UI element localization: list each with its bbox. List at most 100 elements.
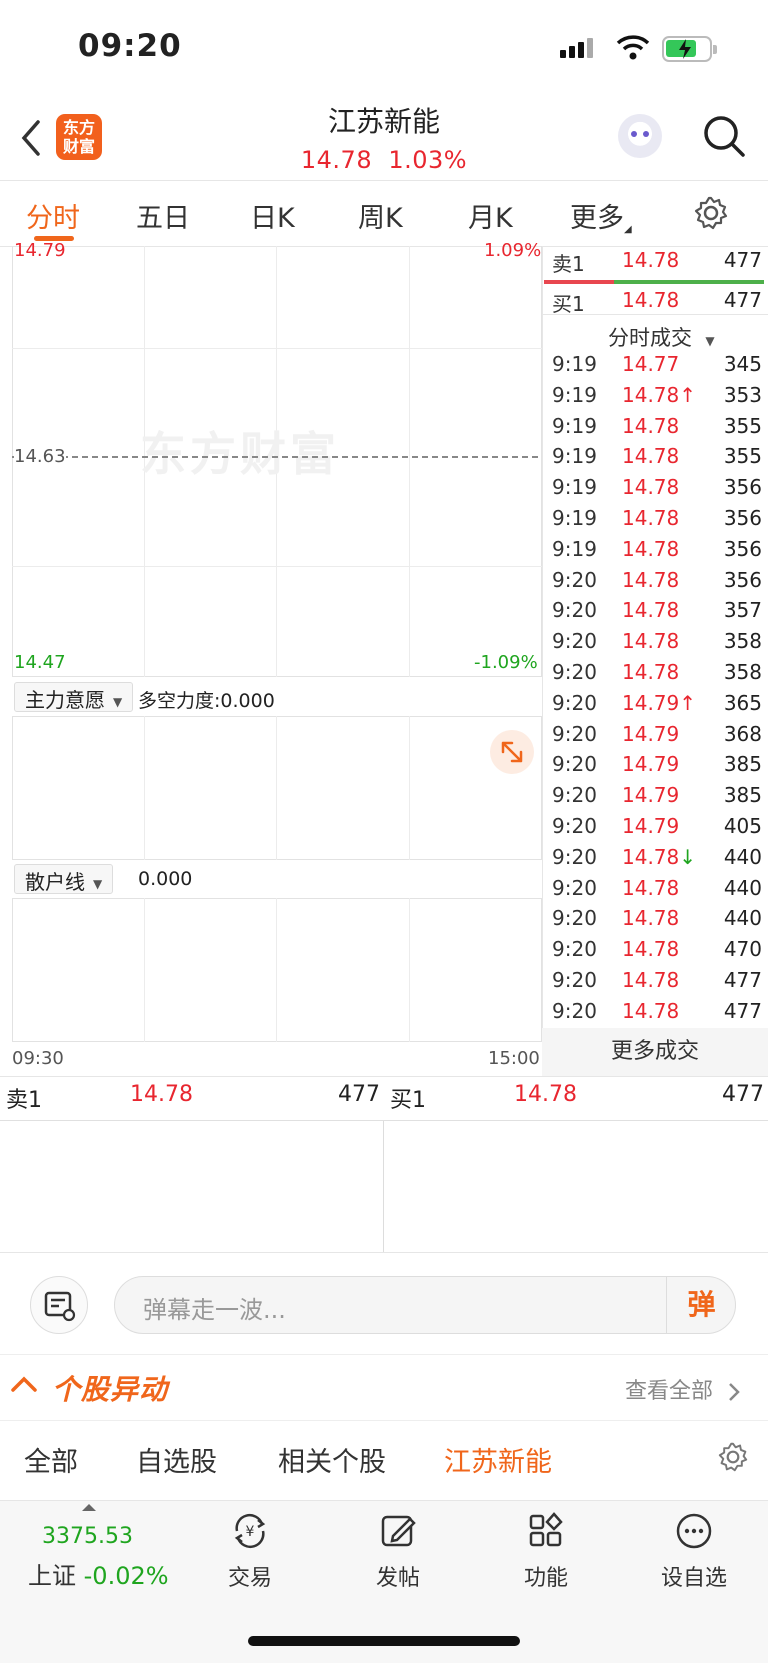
gear-icon[interactable] xyxy=(694,196,728,234)
tab-intraday[interactable]: 分时 xyxy=(26,196,80,235)
nav-post[interactable]: 发帖 xyxy=(338,1510,458,1592)
watermark: 东方财富 xyxy=(140,427,340,481)
tab-monthly-k[interactable]: 月K xyxy=(468,196,513,235)
index-value[interactable]: 3375.53 xyxy=(42,1524,133,1549)
trade-time: 9:20 xyxy=(552,937,597,962)
trade-price: 14.78 xyxy=(622,413,680,438)
bottom-sell1-label: 卖1 xyxy=(6,1088,42,1113)
trade-volume: 356 xyxy=(723,567,762,592)
trade-price: 14.78 xyxy=(622,536,680,561)
stock-change-pct: 1.03% xyxy=(388,146,468,174)
gear-icon[interactable] xyxy=(718,1442,748,1476)
trade-price: 14.78 xyxy=(622,444,680,469)
trade-time: 9:19 xyxy=(552,413,597,438)
trade-time: 9:20 xyxy=(552,814,597,838)
trades-title-label: 分时成交 xyxy=(608,326,692,350)
compose-icon xyxy=(381,1515,416,1547)
trade-time: 9:19 xyxy=(552,536,597,561)
nav-post-label: 发帖 xyxy=(375,1566,420,1591)
index-name-change[interactable]: 上证 -0.02% xyxy=(28,1556,169,1591)
trade-volume: 355 xyxy=(723,413,762,438)
filter-tab-all[interactable]: 全部 xyxy=(24,1440,78,1479)
trade-volume: 385 xyxy=(723,783,762,808)
trade-time: 9:20 xyxy=(552,844,597,869)
danmu-input[interactable]: 弹幕走一波... xyxy=(114,1276,736,1334)
bottom-buy1-volume: 477 xyxy=(722,1082,764,1107)
indicator2-select[interactable]: 散户线 ▼ xyxy=(14,864,114,894)
indicator1-select[interactable]: 主力意愿 ▼ xyxy=(14,682,134,712)
trade-icon: ¥ xyxy=(234,1513,266,1549)
nav-add-watchlist-label: 设自选 xyxy=(660,1566,727,1591)
indicator1-value: 多空力度:0.000 xyxy=(138,690,275,712)
trade-row: 9:20 14.79 385 xyxy=(542,783,768,813)
nav-trade[interactable]: ¥ 交易 xyxy=(190,1510,310,1592)
prev-close-line xyxy=(12,456,538,458)
view-all-label: 查看全部 xyxy=(625,1379,714,1404)
tab-more[interactable]: 更多◢ xyxy=(570,196,632,235)
assistant-robot-icon[interactable] xyxy=(618,114,662,158)
search-icon[interactable] xyxy=(702,114,746,162)
filter-tab-watchlist[interactable]: 自选股 xyxy=(136,1440,217,1479)
trade-volume: 405 xyxy=(723,814,762,838)
trade-price: 14.79 xyxy=(622,814,680,838)
caret-down-icon: ▼ xyxy=(705,334,715,348)
order-book-box xyxy=(0,1120,768,1253)
more-trades-button[interactable]: 更多成交 xyxy=(542,1028,768,1076)
trade-row: 9:20 14.78↓ 440 xyxy=(542,845,768,875)
nav-add-watchlist[interactable]: 设自选 xyxy=(634,1510,754,1592)
trade-volume: 440 xyxy=(723,875,762,900)
trades-title[interactable]: 分时成交 ▼ xyxy=(608,322,715,352)
trade-row: 9:19 14.77 345 xyxy=(542,352,768,382)
indicator1-chart xyxy=(12,716,542,860)
trade-volume: 345 xyxy=(723,352,762,376)
caret-down-icon: ◢ xyxy=(624,224,632,235)
y-axis-bottom-price: 14.47 xyxy=(14,652,66,673)
danmu-send-button[interactable]: 弹 xyxy=(666,1276,736,1334)
trade-time: 9:20 xyxy=(552,875,597,900)
trade-volume: 353 xyxy=(723,382,762,407)
trade-volume: 385 xyxy=(723,752,762,777)
trade-price: 14.78 xyxy=(622,506,680,530)
trade-row: 9:20 14.79↑ 365 xyxy=(542,691,768,721)
nav-functions-label: 功能 xyxy=(523,1566,568,1591)
expand-icon[interactable] xyxy=(490,730,534,774)
trade-price: 14.79↑ xyxy=(622,690,697,715)
nav-functions[interactable]: 功能 xyxy=(486,1510,606,1592)
tab-weekly-k[interactable]: 周K xyxy=(358,196,403,235)
filter-tab-current-stock[interactable]: 江苏新能 xyxy=(444,1440,552,1479)
trade-row: 9:19 14.78 356 xyxy=(542,506,768,536)
buy1-volume: 477 xyxy=(723,288,762,312)
trade-volume: 440 xyxy=(723,906,762,931)
tab-daily-k[interactable]: 日K xyxy=(250,196,295,235)
tab-five-day[interactable]: 五日 xyxy=(136,196,190,235)
trade-row: 9:19 14.78 355 xyxy=(542,414,768,444)
index-name: 上证 xyxy=(28,1562,76,1590)
trade-price: 14.78 xyxy=(622,937,680,962)
trade-time: 9:20 xyxy=(552,660,597,684)
collapse-chevron-icon[interactable] xyxy=(10,1374,38,1398)
sell1-price: 14.78 xyxy=(622,248,680,272)
trade-volume: 470 xyxy=(723,937,762,962)
trade-row: 9:20 14.78 440 xyxy=(542,876,768,906)
more-dots-icon xyxy=(676,1513,712,1549)
trade-price: 14.78 xyxy=(622,475,680,500)
trade-volume: 477 xyxy=(723,968,762,992)
trade-time: 9:20 xyxy=(552,752,597,777)
trade-time: 9:19 xyxy=(552,352,597,376)
view-all-link[interactable]: 查看全部 xyxy=(625,1373,742,1405)
signal-icon xyxy=(560,38,596,58)
movement-title: 个股异动 xyxy=(52,1373,169,1406)
buy1-price: 14.78 xyxy=(622,288,680,312)
trade-row: 9:20 14.78 358 xyxy=(542,660,768,690)
trade-row: 9:20 14.78 356 xyxy=(542,568,768,598)
trade-volume: 358 xyxy=(723,629,762,654)
trade-price: 14.78 xyxy=(622,598,680,623)
danmu-settings-icon[interactable] xyxy=(30,1276,88,1334)
caret-up-icon[interactable] xyxy=(82,1504,96,1511)
indicator1-name: 主力意愿 xyxy=(25,688,105,712)
trade-time: 9:20 xyxy=(552,906,597,931)
trade-time: 9:19 xyxy=(552,475,597,500)
filter-tab-related[interactable]: 相关个股 xyxy=(278,1440,386,1479)
trade-row: 9:20 14.79 385 xyxy=(542,752,768,782)
nav-trade-label: 交易 xyxy=(227,1566,272,1591)
